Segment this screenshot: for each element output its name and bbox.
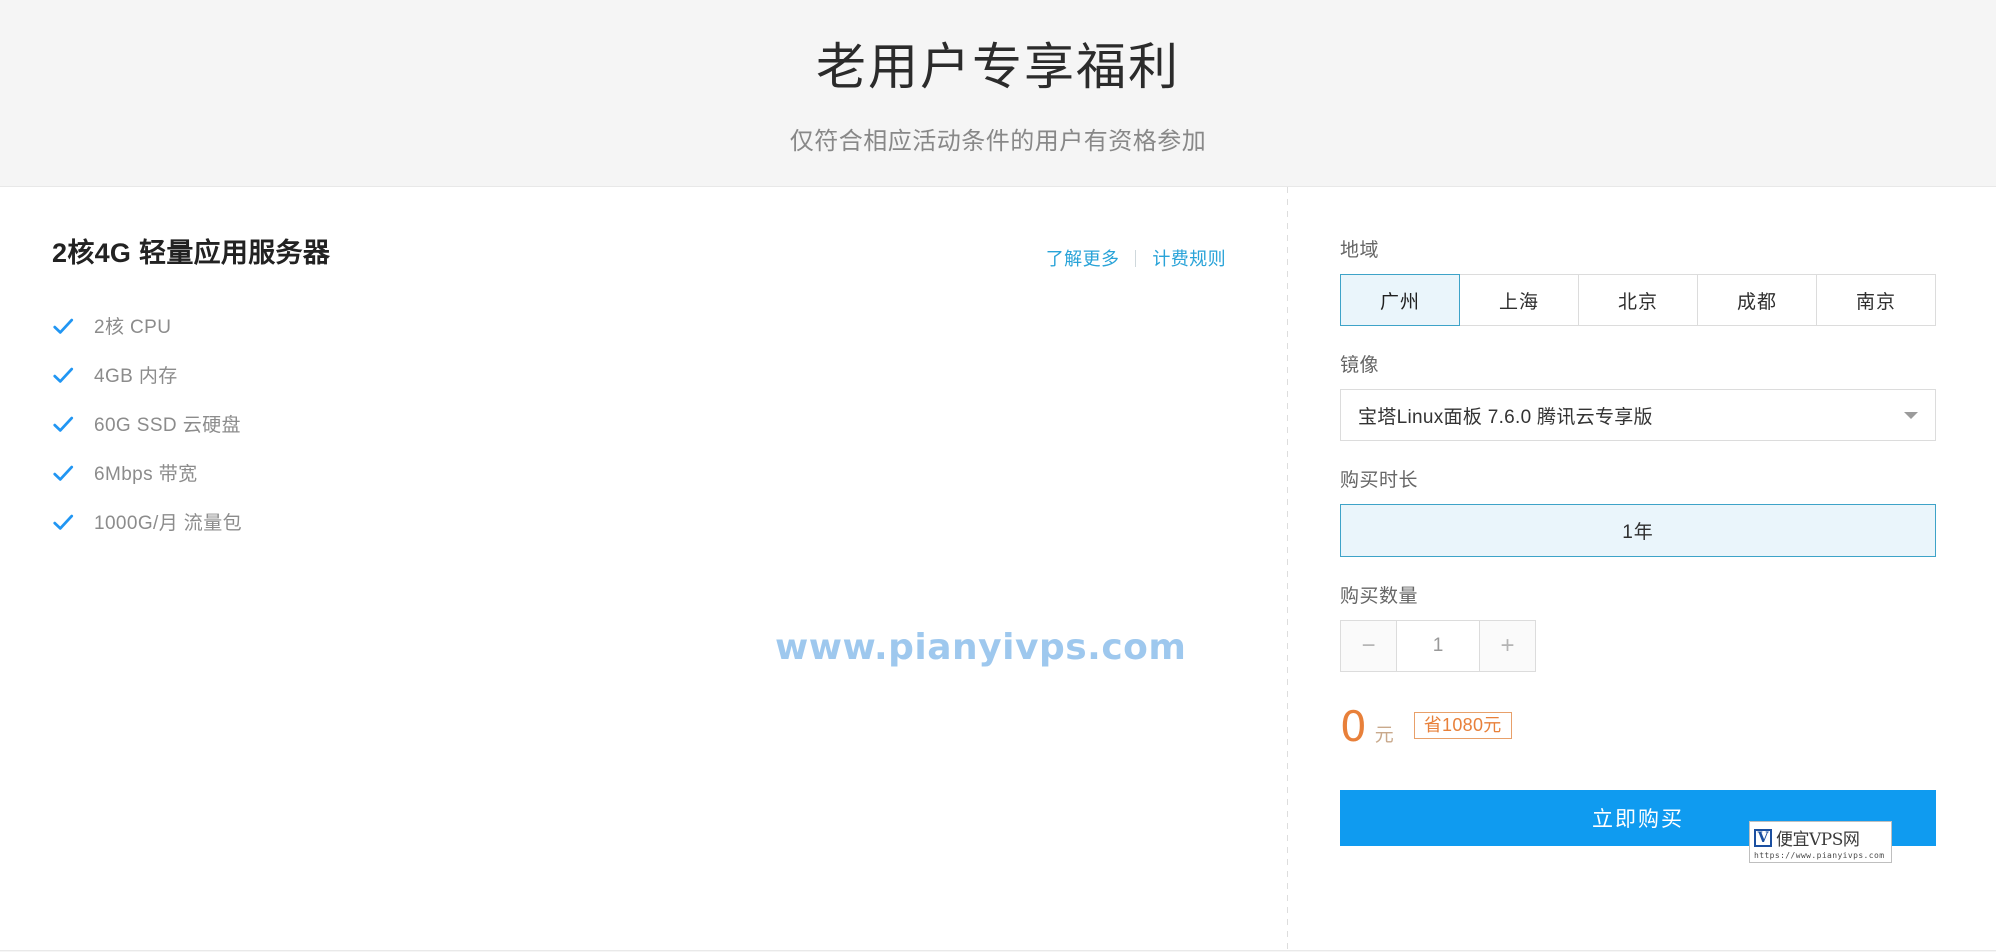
quantity-label: 购买数量 bbox=[1340, 586, 1419, 607]
buy-now-button[interactable]: 立即购买 bbox=[1340, 790, 1936, 846]
check-icon bbox=[53, 318, 74, 334]
check-icon bbox=[53, 514, 74, 530]
duration-button-group: 1年 bbox=[1340, 504, 1936, 557]
quantity-stepper: − 1 + bbox=[1340, 620, 1536, 672]
spec-links: 了解更多 计费规则 bbox=[1046, 235, 1235, 271]
status-badge: 省1080元 bbox=[1413, 711, 1512, 739]
spec-header-row: 2核4G 轻量应用服务器 了解更多 计费规则 bbox=[52, 235, 1235, 271]
quantity-decrement-button[interactable]: − bbox=[1340, 620, 1396, 672]
check-icon bbox=[53, 416, 74, 432]
region-option-shanghai[interactable]: 上海 bbox=[1460, 274, 1579, 326]
feature-label: 6Mbps 带宽 bbox=[94, 464, 198, 485]
image-label: 镜像 bbox=[1340, 355, 1380, 376]
region-button-group: 广州 上海 北京 成都 南京 bbox=[1340, 274, 1936, 326]
duration-option-1year[interactable]: 1年 bbox=[1340, 504, 1936, 557]
region-option-beijing[interactable]: 北京 bbox=[1579, 274, 1698, 326]
list-item: 4GB 内存 bbox=[52, 350, 1235, 399]
price-amount: 0 bbox=[1340, 702, 1367, 751]
product-spec-panel: 2核4G 轻量应用服务器 了解更多 计费规则 2核 CPU 4GB 内存 60G… bbox=[0, 187, 1287, 951]
region-option-nanjing[interactable]: 南京 bbox=[1817, 274, 1936, 326]
feature-label: 4GB 内存 bbox=[94, 366, 178, 387]
feature-label: 1000G/月 流量包 bbox=[94, 513, 243, 534]
region-field: 地域 广州 上海 北京 成都 南京 bbox=[1340, 235, 1936, 326]
content-area: 2核4G 轻量应用服务器 了解更多 计费规则 2核 CPU 4GB 内存 60G… bbox=[0, 187, 1996, 951]
list-item: 1000G/月 流量包 bbox=[52, 497, 1235, 546]
list-item: 60G SSD 云硬盘 bbox=[52, 399, 1235, 448]
learn-more-link[interactable]: 了解更多 bbox=[1046, 245, 1120, 271]
image-field: 镜像 宝塔Linux面板 7.6.0 腾讯云专享版 bbox=[1340, 350, 1936, 441]
chevron-down-icon bbox=[1904, 412, 1918, 419]
check-icon bbox=[53, 465, 74, 481]
image-select[interactable]: 宝塔Linux面板 7.6.0 腾讯云专享版 bbox=[1340, 389, 1936, 441]
feature-label: 60G SSD 云硬盘 bbox=[94, 415, 241, 436]
product-title: 2核4G 轻量应用服务器 bbox=[52, 238, 331, 268]
link-separator bbox=[1135, 249, 1137, 267]
region-option-guangzhou[interactable]: 广州 bbox=[1340, 274, 1460, 326]
check-icon bbox=[53, 367, 74, 383]
price-unit: 元 bbox=[1374, 725, 1394, 746]
list-item: 2核 CPU bbox=[52, 301, 1235, 350]
promo-header: 老用户专享福利 仅符合相应活动条件的用户有资格参加 bbox=[0, 0, 1996, 187]
list-item: 6Mbps 带宽 bbox=[52, 448, 1235, 497]
purchase-config-panel: 地域 广州 上海 北京 成都 南京 镜像 宝塔Linux面板 7.6.0 腾讯云… bbox=[1287, 187, 1996, 951]
quantity-increment-button[interactable]: + bbox=[1480, 620, 1536, 672]
page-title: 老用户专享福利 bbox=[816, 39, 1180, 96]
duration-field: 购买时长 1年 bbox=[1340, 465, 1936, 557]
billing-rules-link[interactable]: 计费规则 bbox=[1152, 245, 1226, 271]
price-row: 0 元 省1080元 bbox=[1340, 706, 1936, 748]
image-select-value: 宝塔Linux面板 7.6.0 腾讯云专享版 bbox=[1358, 406, 1653, 428]
duration-label: 购买时长 bbox=[1340, 470, 1419, 491]
region-option-chengdu[interactable]: 成都 bbox=[1698, 274, 1817, 326]
center-watermark: www.pianyivps.com bbox=[775, 627, 1187, 668]
feature-list: 2核 CPU 4GB 内存 60G SSD 云硬盘 6Mbps 带宽 1000G… bbox=[52, 301, 1235, 546]
quantity-input[interactable]: 1 bbox=[1396, 620, 1480, 672]
feature-label: 2核 CPU bbox=[94, 317, 172, 338]
promo-purchase-page: 老用户专享福利 仅符合相应活动条件的用户有资格参加 2核4G 轻量应用服务器 了… bbox=[0, 0, 1996, 952]
region-label: 地域 bbox=[1340, 240, 1380, 261]
page-subtitle: 仅符合相应活动条件的用户有资格参加 bbox=[789, 127, 1207, 155]
quantity-field: 购买数量 − 1 + bbox=[1340, 581, 1936, 672]
